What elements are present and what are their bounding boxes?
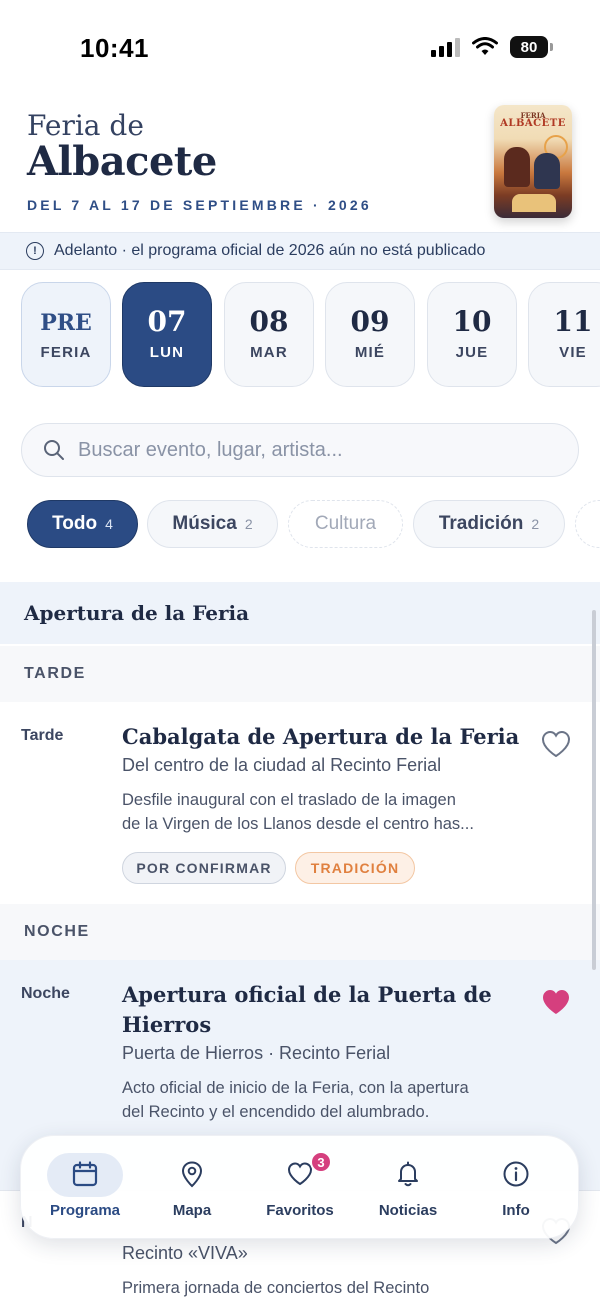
event-place: Del centro de la ciudad al Recinto Feria… xyxy=(122,755,442,775)
info-circle-icon: ! xyxy=(26,242,44,260)
day-label: MAR xyxy=(250,344,288,361)
tab-info[interactable]: Info xyxy=(462,1136,570,1240)
chip-label: Todo xyxy=(52,513,98,534)
info-icon xyxy=(503,1161,529,1187)
page-title: Albacete xyxy=(27,138,217,185)
day-num: 07 xyxy=(147,305,187,338)
day-label: VIE xyxy=(559,344,587,361)
search-icon xyxy=(44,440,64,460)
day-pre-feria[interactable]: PRE FERIA xyxy=(21,282,111,387)
chip-count: 4 xyxy=(105,516,113,532)
bottom-tab-bar: Programa Mapa 3 Favoritos Noticias Info xyxy=(20,1135,579,1239)
chip-count: 2 xyxy=(244,516,253,532)
preview-notice: ! Adelanto · el programa oficial de 2026… xyxy=(0,232,600,270)
tab-label: Programa xyxy=(49,1202,121,1219)
map-pin-icon xyxy=(181,1161,203,1188)
chip-label: Tradición xyxy=(438,513,524,534)
day-num: PRE xyxy=(40,310,92,336)
tab-label: Info xyxy=(502,1202,530,1219)
day-num: 08 xyxy=(249,305,289,338)
event-tags: POR CONFIRMAR TRADICIÓN xyxy=(122,852,442,884)
scrollbar[interactable] xyxy=(592,610,596,970)
feria-poster-image[interactable]: FERIA ALBACETE xyxy=(494,105,572,218)
event-time: Noche xyxy=(21,985,70,1002)
tab-label: Noticias xyxy=(378,1202,438,1219)
day-label: LUN xyxy=(149,344,185,361)
calendar-icon xyxy=(72,1161,98,1187)
event-title-line: Apertura oficial de la Puerta de xyxy=(122,982,492,1007)
filter-chip-more[interactable] xyxy=(575,500,600,548)
group-label-noche: NOCHE xyxy=(0,904,600,960)
tab-label: Favoritos xyxy=(266,1202,334,1219)
filter-chip-tradicion[interactable]: Tradición 2 xyxy=(413,500,565,548)
event-place: Puerta de Hierros · Recinto Ferial xyxy=(122,1043,391,1063)
bell-icon xyxy=(398,1161,418,1187)
favorites-count-badge: 3 xyxy=(310,1151,332,1173)
search-bar[interactable] xyxy=(21,423,579,477)
event-place: Recinto «VIVA» xyxy=(122,1243,248,1263)
cellular-signal-icon xyxy=(431,37,460,57)
app-header: Feria de Albacete DEL 7 AL 17 DE SEPTIEM… xyxy=(0,96,600,231)
poster-line2: ALBACETE xyxy=(500,118,566,129)
wifi-icon xyxy=(472,37,498,55)
day-selector: PRE FERIA 07 LUN 08 MAR 09 MIÉ 10 JUE 11… xyxy=(21,282,600,388)
event-time: Tarde xyxy=(21,727,64,744)
filter-chip-musica[interactable]: Música 2 xyxy=(147,500,278,548)
event-description-line: de la Virgen de los Llanos desde el cent… xyxy=(122,815,474,833)
chip-label: Música xyxy=(172,513,237,534)
status-bar: 10:41 80 xyxy=(0,0,600,96)
day-num: 10 xyxy=(452,305,492,338)
tab-noticias[interactable]: Noticias xyxy=(354,1136,462,1240)
chip-count: 2 xyxy=(531,516,540,532)
event-description-line: Acto oficial de inicio de la Feria, con … xyxy=(122,1079,469,1097)
filter-chip-cultura[interactable]: Cultura xyxy=(288,500,403,548)
status-badge: POR CONFIRMAR xyxy=(122,852,286,884)
day-label: FERIA xyxy=(40,344,92,361)
tab-favoritos[interactable]: 3 Favoritos xyxy=(246,1136,354,1240)
day-label: MIÉ xyxy=(354,344,386,361)
battery-icon: 80 xyxy=(510,36,553,58)
chip-label: Cultura xyxy=(314,513,377,534)
notice-text: Adelanto · el programa oficial de 2026 a… xyxy=(54,242,486,259)
search-input[interactable] xyxy=(78,438,538,462)
day-11[interactable]: 11 VIE xyxy=(528,282,600,387)
day-num: 09 xyxy=(350,305,390,338)
status-time: 10:41 xyxy=(80,33,149,63)
battery-level: 80 xyxy=(520,38,538,56)
day-08[interactable]: 08 MAR xyxy=(224,282,314,387)
tab-programa[interactable]: Programa xyxy=(31,1136,139,1240)
category-filters: Todo 4 Música 2 Cultura Tradición 2 xyxy=(27,500,600,550)
event-description-line: Desfile inaugural con el traslado de la … xyxy=(122,791,456,809)
event-title: Cabalgata de Apertura de la Feria xyxy=(122,724,520,749)
day-09[interactable]: 09 MIÉ xyxy=(325,282,415,387)
day-label: JUE xyxy=(455,344,489,361)
heart-outline-icon[interactable] xyxy=(540,729,572,759)
feria-dates: DEL 7 AL 17 DE SEPTIEMBRE · 2026 xyxy=(27,197,372,213)
section-title: Apertura de la Feria xyxy=(0,582,600,644)
event-card[interactable]: Tarde Cabalgata de Apertura de la Feria … xyxy=(0,702,600,900)
day-num: 11 xyxy=(553,305,593,338)
event-title-line: Hierros xyxy=(122,1012,212,1037)
group-label-tarde: TARDE xyxy=(0,646,600,702)
category-badge: TRADICIÓN xyxy=(295,852,415,884)
tab-label: Mapa xyxy=(172,1202,212,1219)
tab-mapa[interactable]: Mapa xyxy=(138,1136,246,1240)
event-description-line: del Recinto y el encendido del alumbrado… xyxy=(122,1103,430,1121)
day-10[interactable]: 10 JUE xyxy=(427,282,517,387)
day-07[interactable]: 07 LUN xyxy=(122,282,212,387)
filter-chip-todo[interactable]: Todo 4 xyxy=(27,500,138,548)
event-description-line: Primera jornada de conciertos del Recint… xyxy=(122,1279,430,1297)
status-indicators: 80 xyxy=(431,36,553,58)
heart-filled-icon[interactable] xyxy=(540,987,572,1017)
